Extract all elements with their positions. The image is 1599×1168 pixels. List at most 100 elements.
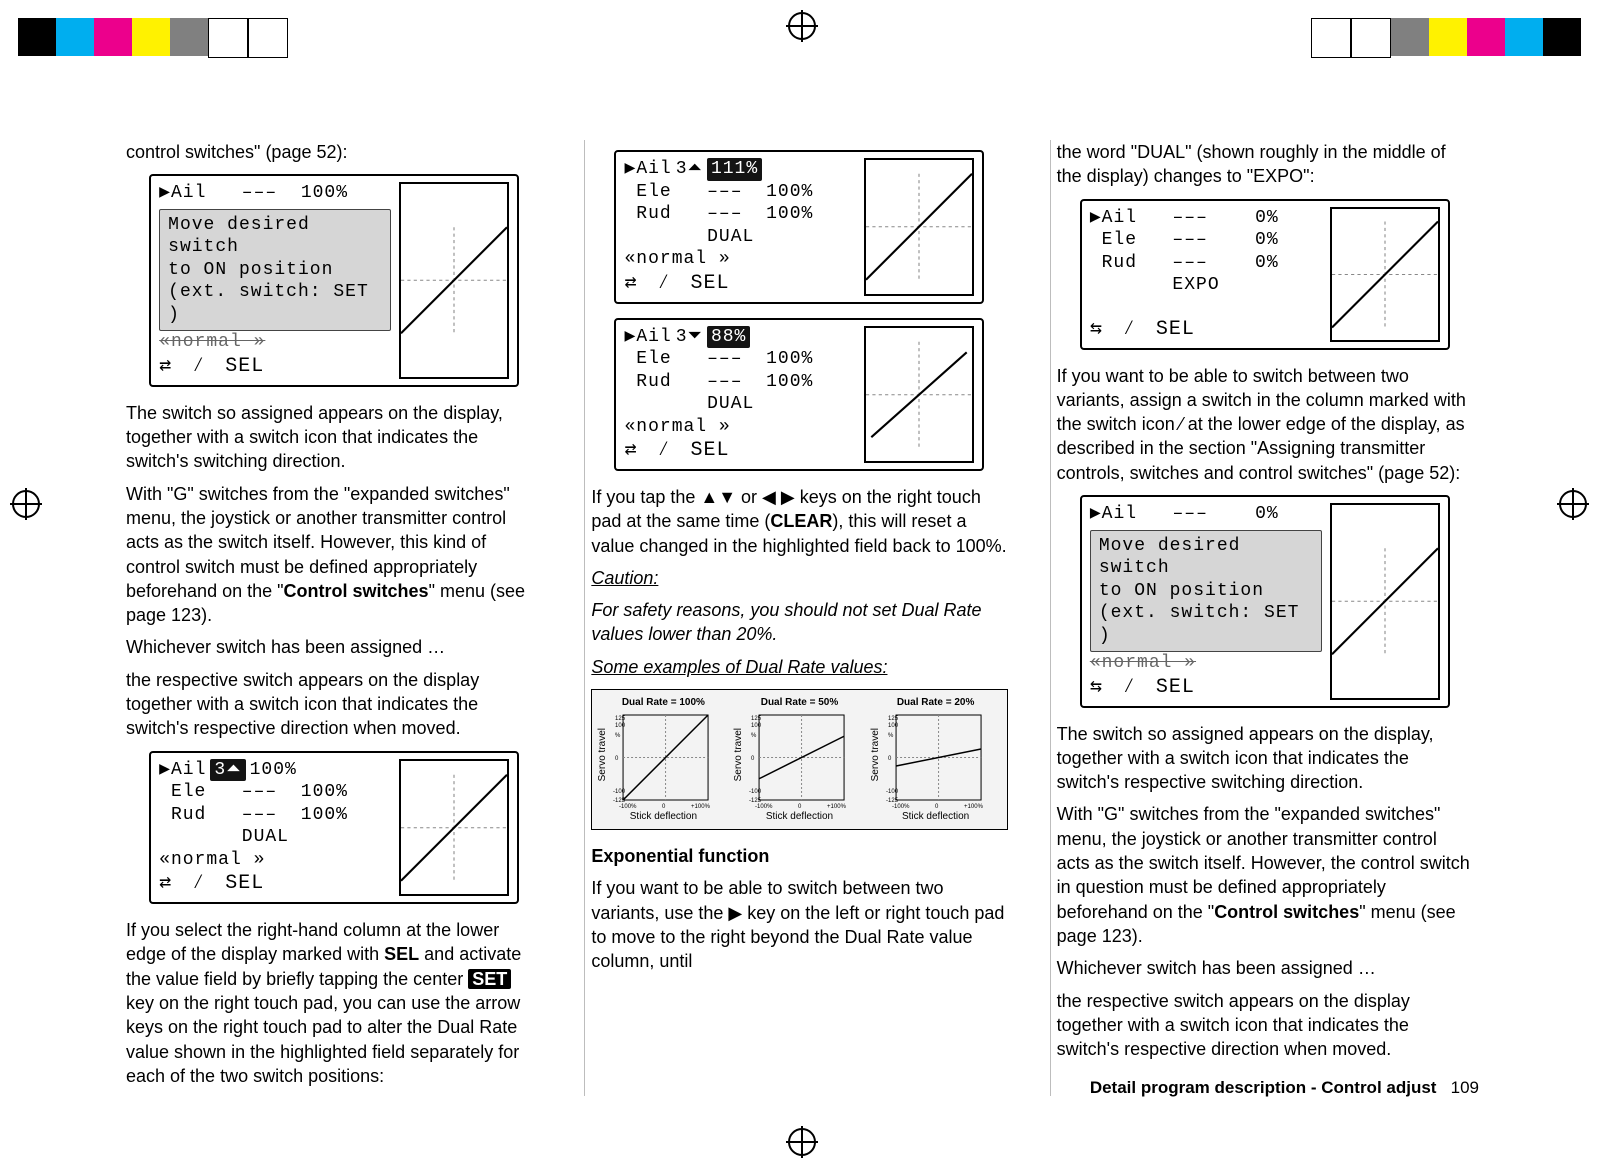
lcd-graph xyxy=(1330,207,1440,342)
lcd-graph xyxy=(864,326,974,464)
lcd-graph xyxy=(1330,503,1440,700)
lcd-graph xyxy=(399,759,509,897)
lcd-graph xyxy=(864,158,974,296)
lcd-line: Rud ––– 100% xyxy=(159,804,348,827)
column-2: ▶Ail 3⏶ 111% Ele ––– 100% Rud ––– 100% D… xyxy=(584,140,1013,1096)
lcd-screen: ▶Ail 3⏶ 100% Ele ––– 100% Rud ––– 100% D… xyxy=(149,751,519,905)
lcd-line: 3⏶ xyxy=(676,158,703,181)
chart-svg: 125 100 % 0 -100 -125 -100% 0 +100% xyxy=(734,710,864,810)
lcd-screen: ▶Ail ––– 0% Ele ––– 0% Rud ––– 0% EXPO ⇆… xyxy=(1080,199,1450,350)
page-footer: Detail program description - Control adj… xyxy=(1090,1078,1479,1098)
paragraph: If you want to be able to switch between… xyxy=(1057,364,1473,485)
lcd-line: «normal » xyxy=(1090,652,1322,675)
paragraph: Whichever switch has been assigned … xyxy=(126,635,542,659)
svg-text:%: % xyxy=(888,733,894,739)
chart-svg: 125 100 % 0 -100 -125 -100% 0 +100% xyxy=(871,710,1001,810)
lcd-line: ▶Ail xyxy=(624,326,671,349)
examples-head: Some examples of Dual Rate values: xyxy=(591,655,1007,679)
color-swatch xyxy=(56,18,94,56)
arrow-horiz-icon: ⇄ xyxy=(159,354,172,379)
svg-text:0: 0 xyxy=(888,756,892,762)
bold: Control switches xyxy=(284,581,429,601)
lcd-hint-box: Move desired switch to ON position (ext.… xyxy=(159,209,391,332)
arrow-horiz-icon: ⇄ xyxy=(624,271,637,296)
svg-text:100: 100 xyxy=(751,723,762,729)
color-swatch xyxy=(1391,18,1429,56)
lcd-hint: Move desired switch xyxy=(1099,535,1313,580)
lcd-hint-box: Move desired switch to ON position (ext.… xyxy=(1090,530,1322,653)
switch-icon: ⁄ xyxy=(658,271,671,296)
color-swatch xyxy=(18,18,56,56)
color-swatch-strip-left xyxy=(18,18,288,58)
lcd-graph xyxy=(399,182,509,379)
registration-mark-icon xyxy=(788,1128,816,1156)
example-chart: Dual Rate = 50% Servo travel 125 100 % 0… xyxy=(734,696,864,823)
paragraph: The switch so assigned appears on the di… xyxy=(1057,722,1473,795)
lcd-line: ▶Ail xyxy=(624,158,671,181)
bold: CLEAR xyxy=(770,511,832,531)
color-swatch xyxy=(1311,18,1351,58)
sel-label: SEL xyxy=(1156,317,1195,342)
lcd-line: Ele ––– 100% xyxy=(624,348,813,371)
lcd-line: «normal » xyxy=(624,416,730,439)
caution-body: For safety reasons, you should not set D… xyxy=(591,598,1007,647)
chart-title: Dual Rate = 50% xyxy=(761,696,839,710)
lcd-highlight: 88% xyxy=(707,326,750,349)
lcd-hint: to ON position xyxy=(1099,580,1313,603)
switch-icon: ⁄ xyxy=(1123,675,1136,700)
color-swatch xyxy=(248,18,288,58)
bold: SEL xyxy=(384,944,419,964)
lcd-line: Ele ––– 0% xyxy=(1090,229,1279,252)
svg-text:-100: -100 xyxy=(886,789,899,795)
paragraph: the respective switch appears on the dis… xyxy=(126,668,542,741)
switch-icon: ⁄ xyxy=(1123,317,1136,342)
registration-mark-icon xyxy=(12,490,40,518)
content-columns: control switches" (page 52): ▶Ail ––– 10… xyxy=(120,140,1479,1096)
svg-text:125: 125 xyxy=(615,716,626,722)
lcd-line: Ele ––– 100% xyxy=(159,781,348,804)
caution-head: Caution: xyxy=(591,566,1007,590)
color-swatch xyxy=(94,18,132,56)
svg-text:100: 100 xyxy=(888,723,899,729)
svg-text:125: 125 xyxy=(888,716,899,722)
paragraph: If you select the right-hand column at t… xyxy=(126,918,542,1088)
lcd-line: DUAL xyxy=(624,226,754,249)
chart-title: Dual Rate = 100% xyxy=(622,696,705,710)
lcd-line: DUAL xyxy=(159,826,289,849)
lcd-highlight: 3⏶ xyxy=(210,759,245,782)
page-number: 109 xyxy=(1451,1078,1479,1097)
color-swatch xyxy=(170,18,208,56)
svg-text:125: 125 xyxy=(751,716,762,722)
lcd-screen: ▶Ail ––– 0% Move desired switch to ON po… xyxy=(1080,495,1450,708)
paragraph: Whichever switch has been assigned … xyxy=(1057,956,1473,980)
lcd-screen: ▶Ail 3⏷ 88% Ele ––– 100% Rud ––– 100% DU… xyxy=(614,318,984,472)
arrow-horiz-icon: ⇆ xyxy=(1090,675,1103,700)
lcd-line: Rud ––– 0% xyxy=(1090,252,1279,275)
lcd-line: ▶Ail xyxy=(159,759,206,782)
y-axis-label: Servo travel xyxy=(596,728,610,781)
lcd-line: EXPO xyxy=(1090,274,1220,297)
svg-text:0: 0 xyxy=(751,756,755,762)
svg-text:-100: -100 xyxy=(749,789,762,795)
lcd-line: DUAL xyxy=(624,393,754,416)
paragraph: With "G" switches from the "expanded swi… xyxy=(1057,802,1473,948)
bold: Control switches xyxy=(1214,902,1359,922)
sel-label: SEL xyxy=(691,271,730,296)
sel-label: SEL xyxy=(225,354,264,379)
sel-label: SEL xyxy=(1156,675,1195,700)
registration-mark-icon xyxy=(1559,490,1587,518)
lcd-line: «normal » xyxy=(159,849,265,872)
color-swatch xyxy=(208,18,248,58)
svg-text:%: % xyxy=(615,733,621,739)
footer-label: Detail program description - Control adj… xyxy=(1090,1078,1437,1097)
arrow-horiz-icon: ⇆ xyxy=(1090,317,1103,342)
color-swatch xyxy=(1543,18,1581,56)
paragraph: If you want to be able to switch between… xyxy=(591,876,1007,973)
svg-text:100: 100 xyxy=(615,723,626,729)
paragraph: With "G" switches from the "expanded swi… xyxy=(126,482,542,628)
column-3: the word "DUAL" (shown roughly in the mi… xyxy=(1050,140,1479,1096)
lcd-hint: (ext. switch: SET ) xyxy=(1099,602,1313,647)
lcd-line: ▶Ail ––– 100% xyxy=(159,182,348,205)
lcd-hint: to ON position xyxy=(168,259,382,282)
lcd-hint: (ext. switch: SET ) xyxy=(168,281,382,326)
